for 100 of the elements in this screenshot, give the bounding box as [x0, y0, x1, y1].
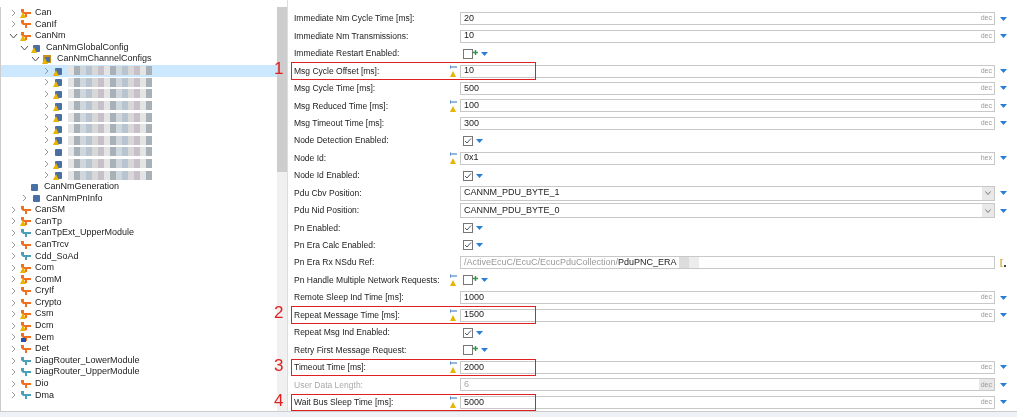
collapse-chevron-icon[interactable] [9, 32, 18, 40]
tree-item[interactable]: CanTpExt_UpperModule [1, 227, 277, 239]
dropdown-caret-icon[interactable] [999, 400, 1007, 405]
expand-chevron-icon[interactable] [9, 310, 18, 319]
expand-chevron-icon[interactable] [9, 368, 18, 377]
dropdown-caret-icon[interactable] [999, 103, 1007, 108]
module-icon [20, 297, 32, 308]
add-icon [473, 346, 478, 352]
dropdown-caret-icon[interactable] [999, 208, 1007, 213]
expand-chevron-icon[interactable] [9, 379, 18, 388]
expand-chevron-icon[interactable] [42, 89, 51, 98]
tree-item[interactable]: ComM [1, 273, 277, 286]
tree-item[interactable]: Cdd_SoAd [1, 250, 277, 263]
expand-chevron-icon[interactable] [9, 333, 18, 342]
dropdown-caret-icon[interactable] [999, 313, 1007, 318]
expand-chevron-icon[interactable] [9, 345, 18, 353]
tree-item-label: ComM [35, 272, 62, 286]
expand-chevron-icon[interactable] [9, 240, 18, 249]
checked-checkbox[interactable] [463, 327, 473, 338]
expand-chevron-icon[interactable] [9, 8, 18, 17]
dropdown-caret-icon[interactable] [476, 173, 483, 178]
expand-chevron-icon[interactable] [9, 217, 18, 226]
dropdown-caret-icon[interactable] [481, 348, 488, 353]
dropdown-caret-icon[interactable] [999, 295, 1007, 300]
checked-checkbox[interactable] [463, 135, 473, 146]
tree-item-label: CanNmChannelConfigs [57, 52, 152, 66]
expand-chevron-icon[interactable] [9, 321, 18, 330]
expand-chevron-icon[interactable] [42, 171, 51, 180]
tree-item[interactable]: CanTrcv [1, 238, 277, 251]
browse-icon[interactable] [1000, 258, 1006, 267]
expand-chevron-icon[interactable] [42, 124, 51, 133]
dropdown-caret-icon[interactable] [999, 34, 1007, 39]
expand-chevron-icon[interactable] [9, 252, 18, 261]
tree-item[interactable]: Dem [1, 331, 277, 344]
expand-chevron-icon[interactable] [42, 136, 51, 145]
dropdown-caret-icon[interactable] [999, 365, 1007, 370]
tree-item[interactable]: CanSM [1, 204, 277, 216]
expand-chevron-icon[interactable] [9, 391, 18, 400]
tree-item[interactable]: CryIf [1, 285, 277, 297]
expand-chevron-icon[interactable] [9, 287, 18, 296]
dropdown-caret-icon[interactable] [476, 330, 483, 335]
dropdown-field[interactable]: CANNM_PDU_BYTE_1 [460, 185, 995, 201]
dropdown-caret-icon[interactable] [999, 16, 1007, 21]
expand-chevron-icon[interactable] [9, 229, 18, 238]
checked-checkbox[interactable] [463, 222, 473, 233]
unchecked-checkbox[interactable] [463, 48, 473, 59]
dropdown-caret-icon[interactable] [999, 156, 1007, 161]
dropdown-caret-icon[interactable] [999, 191, 1007, 196]
expand-chevron-icon[interactable] [9, 20, 18, 29]
tree-item[interactable]: Dio [1, 378, 277, 390]
expand-chevron-icon[interactable] [9, 263, 18, 272]
dropdown-caret-icon[interactable] [999, 69, 1007, 74]
dropdown-caret-icon[interactable] [999, 121, 1007, 126]
dropdown-field[interactable]: CANNM_PDU_BYTE_0 [460, 203, 995, 219]
expand-chevron-icon[interactable] [9, 298, 18, 307]
tree-item[interactable]: Det [1, 343, 277, 355]
expand-chevron-icon[interactable] [42, 113, 51, 122]
tree-item[interactable]: CanTp [1, 215, 277, 228]
expand-chevron-icon[interactable] [42, 101, 51, 110]
module-icon [20, 274, 32, 285]
unchecked-checkbox[interactable] [463, 275, 473, 286]
checked-checkbox[interactable] [463, 170, 473, 181]
expand-chevron-icon[interactable] [20, 194, 29, 203]
tree-item-label: CanTp [35, 214, 62, 228]
dropdown-caret-icon[interactable] [481, 51, 488, 56]
dropdown-caret-icon[interactable] [476, 225, 483, 230]
tree-item[interactable]: CanIf [1, 18, 277, 31]
checked-checkbox[interactable] [463, 240, 473, 251]
tree-item[interactable]: Can [1, 7, 277, 19]
param-label: Repeat Msg Ind Enabled: [294, 326, 391, 339]
tree-item[interactable]: Dcm [1, 320, 277, 332]
param-label: Timeout Time [ms]: [294, 361, 367, 374]
dropdown-caret-icon[interactable] [481, 278, 488, 283]
dropdown-caret-icon[interactable] [476, 243, 483, 248]
dropdown-caret-icon[interactable] [476, 138, 483, 143]
collapse-chevron-icon[interactable] [20, 43, 29, 52]
param-label: Pdu Nid Position: [294, 204, 361, 217]
module-icon [20, 19, 32, 30]
tree-item[interactable]: CanNmGlobalConfig [1, 41, 277, 54]
tree-item[interactable]: CanNmGeneration [1, 180, 277, 193]
dropdown-caret-icon[interactable] [999, 86, 1007, 91]
expand-chevron-icon[interactable] [9, 205, 18, 214]
reference-field[interactable]: /ActiveEcuC/EcuC/EcucPduCollection/PduPNC_ERA [460, 256, 995, 270]
collapse-chevron-icon[interactable] [31, 55, 40, 64]
add-icon [473, 276, 478, 282]
tree-item[interactable]: Com [1, 262, 277, 274]
expand-chevron-icon[interactable] [42, 66, 51, 75]
tree-item[interactable] [1, 64, 277, 77]
expand-chevron-icon[interactable] [42, 147, 51, 156]
default-changed-icon [450, 65, 457, 70]
param-label: Pn Era Rx NSdu Ref: [294, 256, 376, 270]
tree-item[interactable]: CanNmPnInfo [1, 192, 277, 205]
unchecked-checkbox[interactable] [463, 345, 473, 356]
tree-item[interactable]: CanNm [1, 30, 277, 42]
expand-chevron-icon[interactable] [42, 159, 51, 168]
default-changed-icon [450, 274, 457, 279]
param-label: Node Id Enabled: [294, 169, 361, 183]
expand-chevron-icon[interactable] [9, 275, 18, 284]
expand-chevron-icon[interactable] [9, 356, 18, 365]
expand-chevron-icon[interactable] [42, 78, 51, 87]
